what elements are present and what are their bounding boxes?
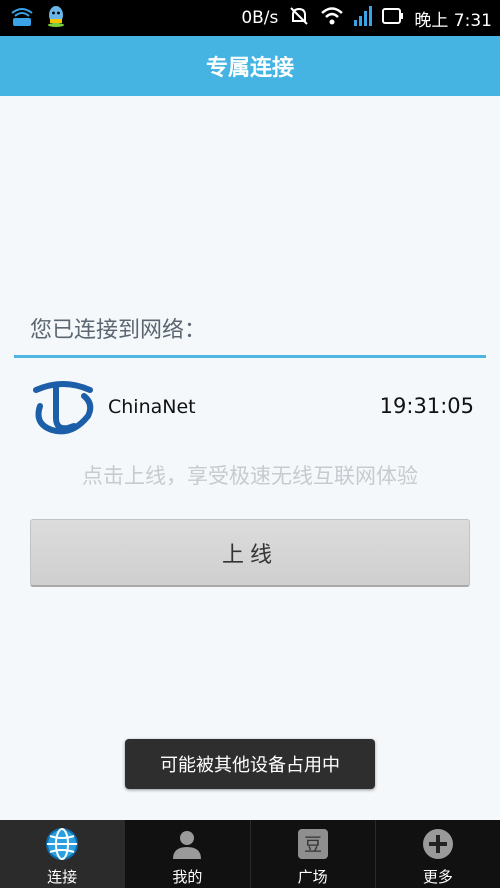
mute-icon <box>288 5 310 32</box>
tab-square-label: 广场 <box>297 868 328 886</box>
bottom-tab-bar: 连接 我的 豆 广场 更多 <box>0 820 500 888</box>
battery-icon <box>382 7 404 29</box>
china-telecom-logo <box>28 372 98 438</box>
plus-icon <box>420 826 456 862</box>
status-bar-system: 0B/s 晚上 7:31 <box>241 0 492 36</box>
clock: 晚上 7:31 <box>414 10 492 31</box>
globe-icon <box>44 826 80 862</box>
status-bar: 0B/s 晚上 7:31 <box>0 0 500 36</box>
status-bar-notifications <box>10 6 68 30</box>
user-icon <box>169 826 205 862</box>
connection-time: 19:31:05 <box>379 394 474 418</box>
network-speed: 0B/s <box>241 8 279 28</box>
go-online-button[interactable]: 上线 <box>30 519 470 587</box>
tab-mine-label: 我的 <box>172 868 203 886</box>
tab-more[interactable]: 更多 <box>376 820 500 888</box>
svg-text:豆: 豆 <box>304 835 322 856</box>
tab-square[interactable]: 豆 广场 <box>251 820 375 888</box>
bean-icon: 豆 <box>295 826 331 862</box>
network-name: ChinaNet <box>108 396 196 418</box>
network-row: ChinaNet 19:31:05 <box>28 372 478 442</box>
tab-mine[interactable]: 我的 <box>125 820 249 888</box>
divider <box>14 355 486 358</box>
tab-connect-label: 连接 <box>47 868 78 886</box>
toast-message: 可能被其他设备占用中 <box>125 739 375 789</box>
cell-signal-icon <box>354 5 373 31</box>
hint-text: 点击上线，享受极速无线互联网体验 <box>82 464 418 488</box>
tab-connect[interactable]: 连接 <box>0 820 125 888</box>
qq-icon <box>44 4 68 32</box>
tab-more-label: 更多 <box>422 868 453 886</box>
page-title: 专属连接 <box>205 56 294 81</box>
title-bar: 专属连接 <box>0 36 500 96</box>
connected-network-label: 您已连接到网络： <box>30 318 207 343</box>
wifi-app-icon <box>10 5 34 31</box>
wifi-signal-icon <box>320 6 344 31</box>
